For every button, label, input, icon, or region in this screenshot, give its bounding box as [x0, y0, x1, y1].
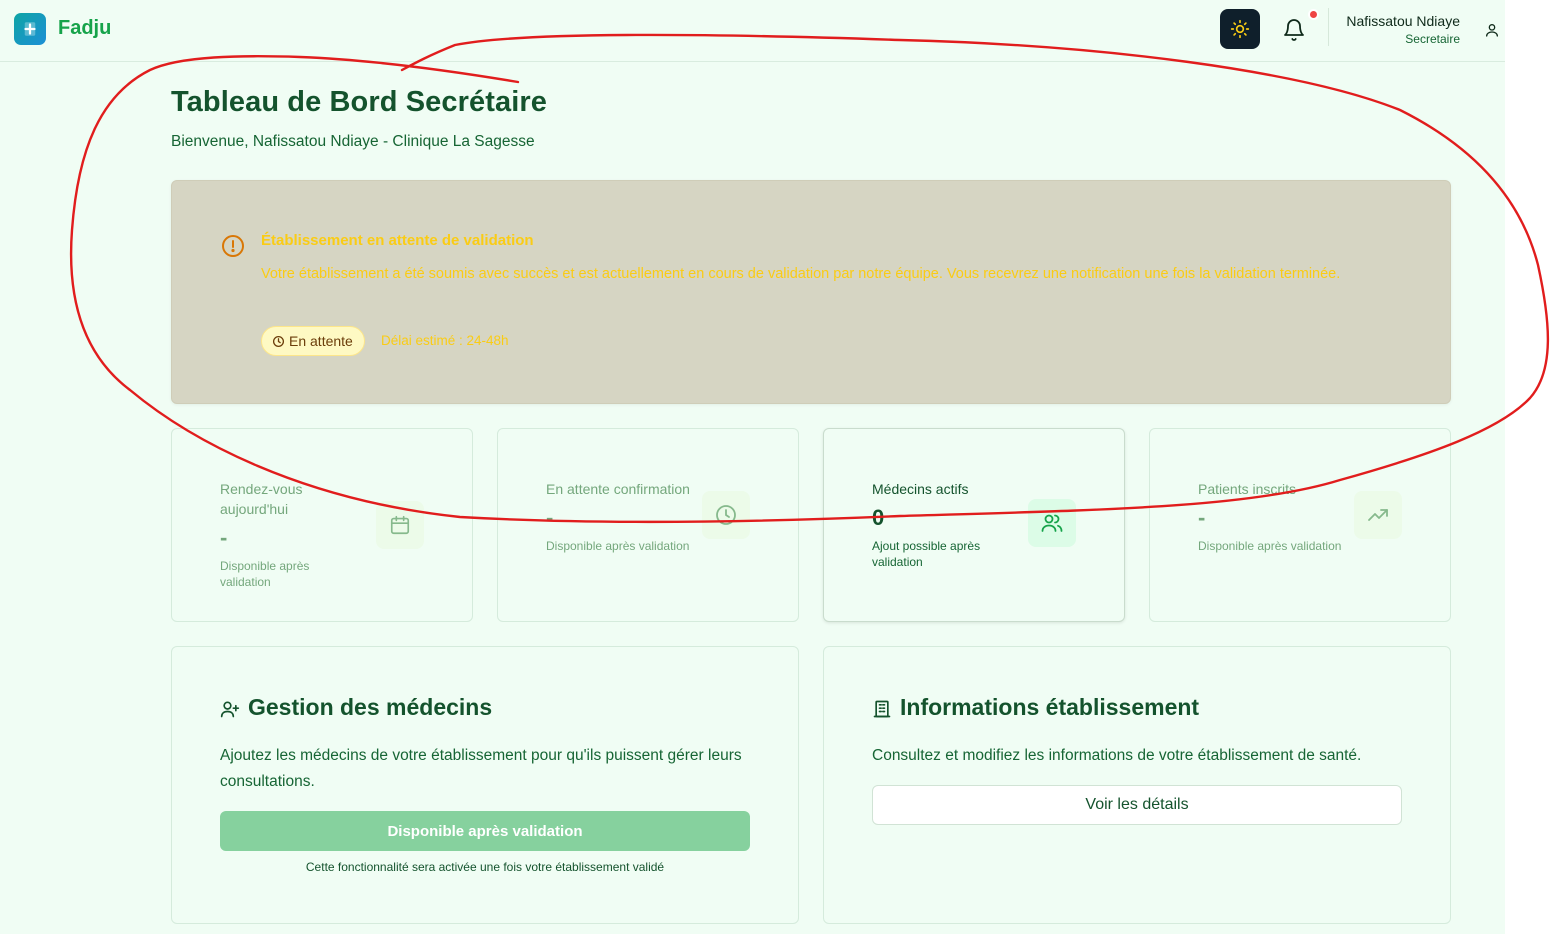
sun-icon — [1230, 19, 1250, 39]
plus-logo-icon[interactable] — [14, 13, 46, 45]
card-text: Consultez et modifiez les informations d… — [872, 747, 1362, 764]
trending-up-icon — [1354, 491, 1402, 539]
stat-value: - — [1198, 505, 1206, 530]
clock-icon — [702, 491, 750, 539]
stat-value: - — [546, 505, 554, 530]
validation-alert: Établissement en attente de validation V… — [171, 180, 1451, 404]
stat-card-patients: Patients inscrits - Disponible après val… — [1149, 428, 1451, 622]
establishment-info-card: Informations établissement Consultez et … — [823, 646, 1451, 924]
building-icon — [873, 700, 891, 718]
clock-icon — [272, 335, 285, 347]
bell-icon[interactable] — [1282, 18, 1306, 42]
stat-card-appointments: Rendez-vous aujourd'hui - Disponible apr… — [171, 428, 473, 622]
estimated-delay: Délai estimé : 24-48h — [381, 333, 509, 348]
view-details-button[interactable]: Voir les détails — [872, 785, 1402, 825]
card-title: Informations établissement — [900, 694, 1200, 720]
stat-card-doctors: Médecins actifs 0 Ajout possible après v… — [823, 428, 1125, 622]
status-badge: En attente — [261, 326, 365, 356]
app-root: Fadju Nafissatou Ndiaye Secretaire Table… — [0, 0, 1505, 934]
stat-value: 0 — [872, 505, 885, 530]
stat-label: Patients inscrits — [1198, 481, 1297, 497]
user-role: Secretaire — [1405, 32, 1460, 46]
stat-note: Disponible après validation — [1198, 539, 1342, 553]
stat-label: Médecins actifs — [872, 481, 969, 497]
alert-title: Établissement en attente de validation — [261, 232, 534, 249]
calendar-icon — [376, 501, 424, 549]
stat-note: Ajout possible après validation — [872, 539, 981, 569]
user-name[interactable]: Nafissatou Ndiaye — [1346, 13, 1460, 29]
status-badge-label: En attente — [289, 333, 353, 349]
header-divider — [1328, 8, 1329, 46]
user-plus-icon — [220, 701, 240, 718]
user-icon[interactable] — [1484, 22, 1500, 38]
card-title: Gestion des médecins — [248, 694, 493, 720]
alert-message: Votre établissement a été soumis avec su… — [261, 266, 1341, 282]
page-margin — [1505, 0, 1554, 934]
stat-note: Disponible après validation — [546, 539, 690, 553]
alert-circle-icon — [222, 235, 244, 257]
doctors-management-card: Gestion des médecins Ajoutez les médecin… — [171, 646, 799, 924]
stat-note: Disponible après validation — [220, 559, 310, 589]
button-note: Cette fonctionnalité sera activée une fo… — [305, 860, 665, 874]
notification-dot — [1308, 9, 1319, 20]
app-name[interactable]: Fadju — [58, 17, 111, 40]
add-doctor-button[interactable]: Disponible après validation — [220, 811, 750, 851]
page-title: Tableau de Bord Secrétaire — [171, 86, 547, 118]
top-header: Fadju Nafissatou Ndiaye Secretaire — [0, 0, 1505, 62]
users-icon — [1028, 499, 1076, 547]
stat-card-pending: En attente confirmation - Disponible apr… — [497, 428, 799, 622]
card-text: Ajoutez les médecins de votre établissem… — [220, 747, 742, 790]
page-subtitle: Bienvenue, Nafissatou Ndiaye - Clinique … — [171, 133, 535, 150]
stat-label: Rendez-vous aujourd'hui — [220, 481, 303, 517]
theme-toggle-button[interactable] — [1220, 9, 1260, 49]
stat-value: - — [220, 525, 228, 550]
stat-label: En attente confirmation — [546, 481, 690, 497]
